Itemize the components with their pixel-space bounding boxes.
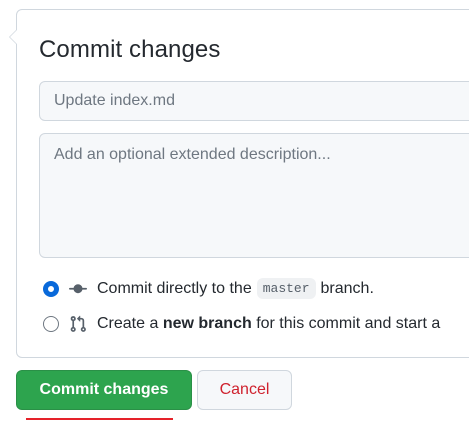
panel-pointer: [9, 29, 17, 45]
commit-dialog-stage: Commit changes Commit directly to the ma…: [0, 0, 469, 429]
panel-title: Commit changes: [39, 36, 221, 63]
new-branch-label-bold: new branch: [162, 315, 252, 332]
cancel-button[interactable]: Cancel: [197, 370, 292, 410]
new-branch-radio[interactable]: [43, 316, 59, 332]
red-annotation-underline: [26, 418, 173, 420]
new-branch-label-suffix: for this commit and start a: [256, 315, 441, 332]
branch-name-code: master: [256, 278, 316, 299]
git-pull-request-icon: [70, 315, 86, 332]
commit-direct-radio[interactable]: [44, 281, 58, 296]
commit-panel: Commit changes Commit directly to the ma…: [9, 9, 469, 358]
commit-direct-label-prefix: Commit directly to the: [97, 279, 252, 297]
commit-description-textarea[interactable]: [39, 133, 469, 258]
commit-direct-option[interactable]: Commit directly to the master branch.: [43, 278, 374, 299]
commit-changes-button[interactable]: Commit changes: [16, 370, 192, 410]
git-commit-icon: [69, 283, 87, 293]
commit-summary-input[interactable]: [39, 81, 469, 121]
new-branch-option[interactable]: Create a new branch for this commit and …: [43, 315, 440, 333]
new-branch-label-prefix: Create a: [97, 315, 159, 332]
commit-direct-label-suffix: branch.: [320, 279, 374, 297]
